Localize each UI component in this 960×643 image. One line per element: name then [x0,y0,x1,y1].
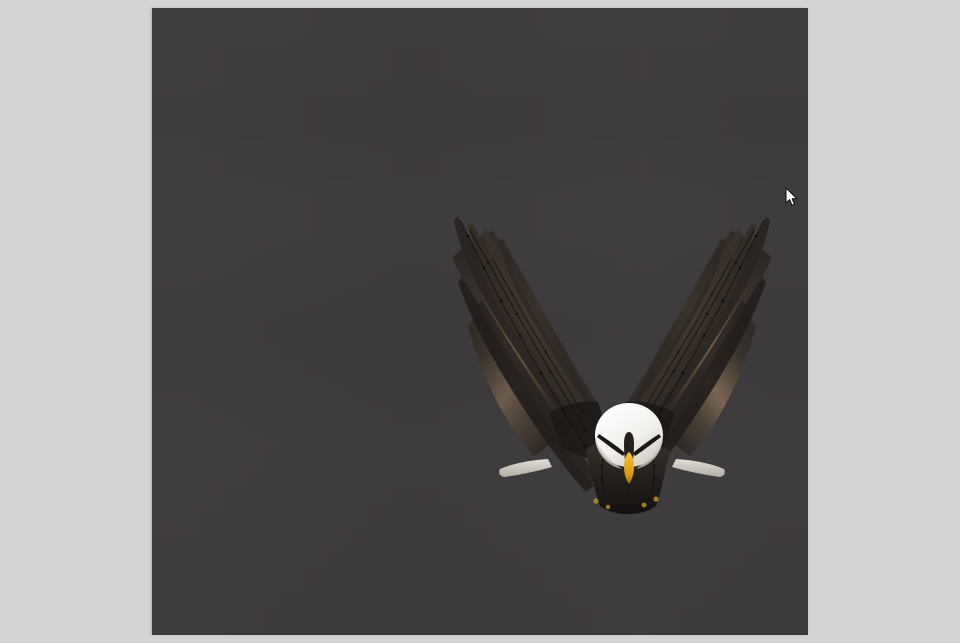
eagle-left-wing [452,217,608,492]
app-window: Bone Dynamics Pro Bone Dynamics Pro [0,0,960,643]
3d-viewport[interactable]: Bone Dynamics Pro Bone Dynamics Pro [152,8,808,635]
eagle-model[interactable] [152,8,808,635]
